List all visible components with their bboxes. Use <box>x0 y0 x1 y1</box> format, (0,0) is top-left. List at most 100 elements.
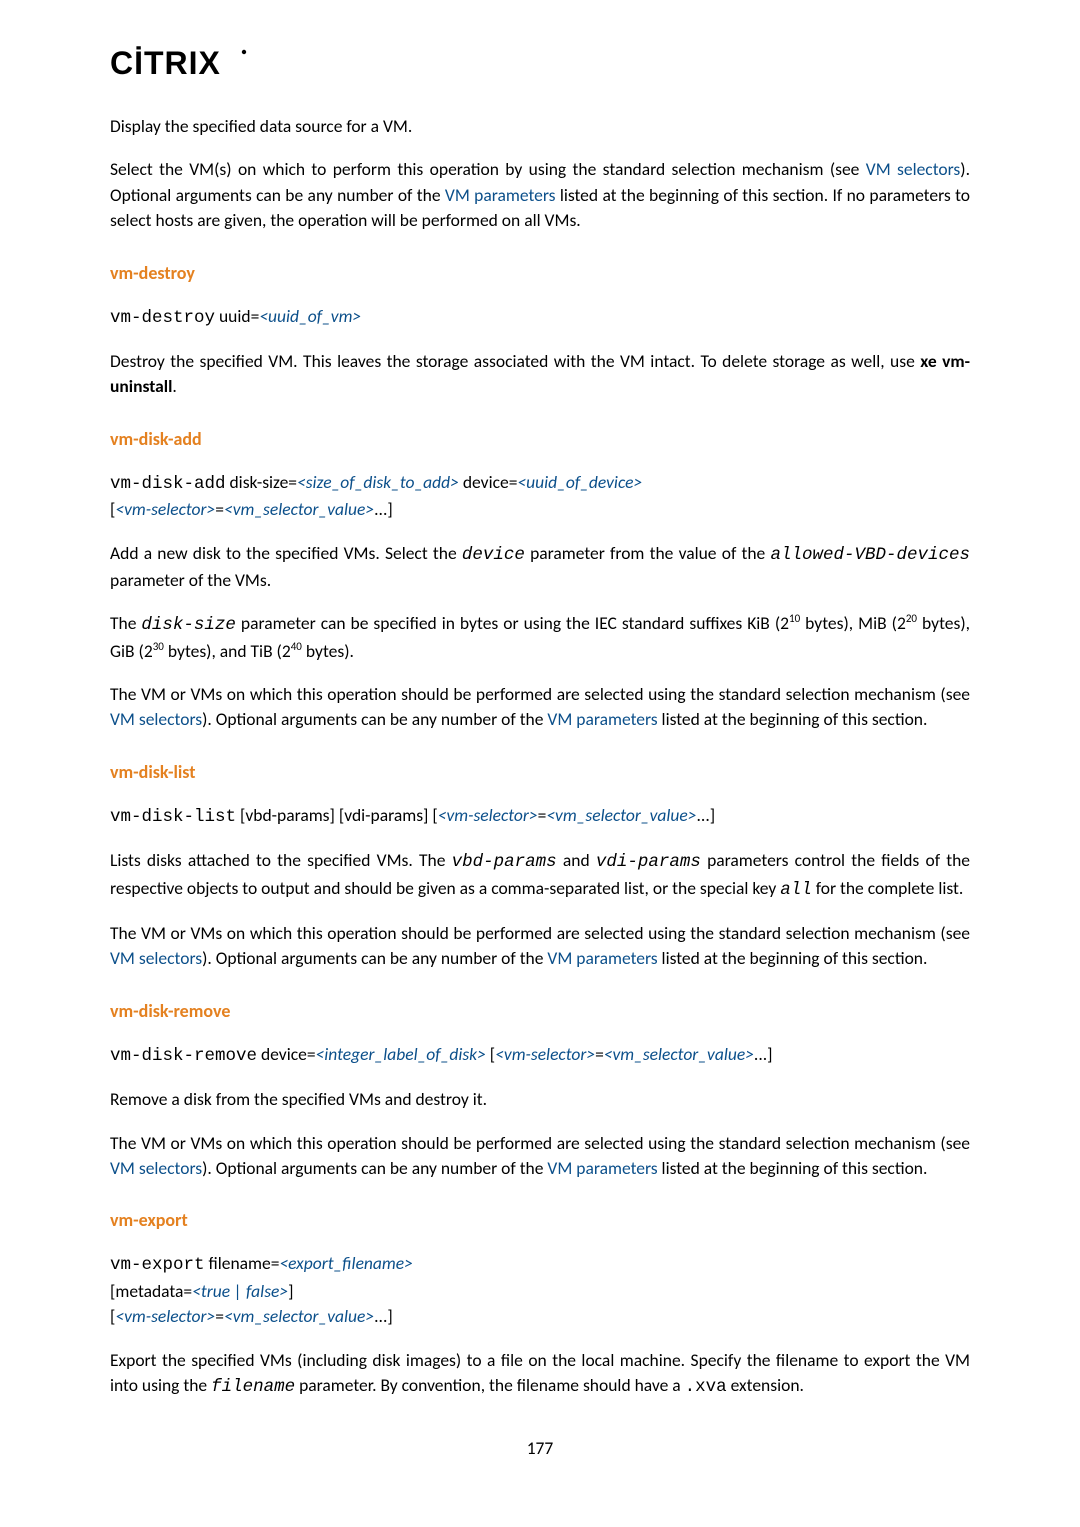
link-vm-selectors[interactable]: VM selectors <box>866 158 961 180</box>
text: [ <box>486 1043 495 1065</box>
text: uuid= <box>215 305 259 327</box>
text: Select the VM(s) on which to perform thi… <box>110 158 866 180</box>
keyword: <vm-selector> <box>115 498 215 520</box>
heading-vm-destroy: vm-destroy <box>110 260 970 286</box>
paragraph: Export the specified VMs (including disk… <box>110 1348 970 1401</box>
keyword: <vm_selector_value> <box>224 498 374 520</box>
code: all <box>780 880 812 900</box>
link-vm-parameters[interactable]: VM parameters <box>445 184 556 206</box>
text: Destroy the specified VM. This leaves th… <box>110 350 920 372</box>
command-line: vm-disk-add disk-size=<size_of_disk_to_a… <box>110 470 970 497</box>
text: extension. <box>727 1374 804 1396</box>
text: ). Optional arguments can be any number … <box>202 947 547 969</box>
command-line: vm-export filename=<export_filename> <box>110 1251 970 1278</box>
keyword: <vm_selector_value> <box>546 804 696 826</box>
text: disk-size= <box>226 471 297 493</box>
text: = <box>215 498 224 520</box>
sup: 20 <box>906 612 917 625</box>
keyword: <vm-selector> <box>495 1043 595 1065</box>
keyword: <vm_selector_value> <box>604 1043 754 1065</box>
text: listed at the beginning of this section. <box>658 708 928 730</box>
text: parameter can be specified in bytes or u… <box>236 612 789 634</box>
text: Lists disks attached to the specified VM… <box>110 849 452 871</box>
command-line: vm-disk-list [vbd-params] [vdi-params] [… <box>110 803 970 830</box>
text: The VM or VMs on which this operation sh… <box>110 683 970 705</box>
text: ). Optional arguments can be any number … <box>202 708 547 730</box>
keyword: <uuid_of_vm> <box>259 305 361 327</box>
code: filename <box>211 1377 295 1397</box>
heading-vm-export: vm-export <box>110 1207 970 1233</box>
paragraph: The VM or VMs on which this operation sh… <box>110 682 970 733</box>
text: [metadata= <box>110 1280 192 1302</box>
code: .xva <box>685 1377 727 1397</box>
text: parameter of the VMs. <box>110 569 271 591</box>
link-vm-selectors[interactable]: VM selectors <box>110 708 202 730</box>
keyword: <vm-selector> <box>438 804 538 826</box>
text: . <box>172 375 176 397</box>
paragraph: Select the VM(s) on which to perform thi… <box>110 157 970 233</box>
text: The VM or VMs on which this operation sh… <box>110 1132 970 1154</box>
heading-vm-disk-list: vm-disk-list <box>110 759 970 785</box>
text: device= <box>459 471 518 493</box>
page: CİTRIX Display the specified data source… <box>0 0 1080 1502</box>
paragraph: The VM or VMs on which this operation sh… <box>110 1131 970 1182</box>
text: The <box>110 612 141 634</box>
command-line: vm-disk-remove device=<integer_label_of_… <box>110 1042 970 1069</box>
link-vm-selectors[interactable]: VM selectors <box>110 947 202 969</box>
text: listed at the beginning of this section. <box>658 947 928 969</box>
code: vbd-params <box>452 852 557 872</box>
cmd: vm-disk-remove <box>110 1046 257 1066</box>
code: device <box>462 545 525 565</box>
sup: 10 <box>789 612 800 625</box>
text: ). Optional arguments can be any number … <box>202 1157 547 1179</box>
keyword: <export_filename> <box>279 1252 412 1274</box>
paragraph: Remove a disk from the specified VMs and… <box>110 1087 970 1112</box>
text: ...] <box>374 498 393 520</box>
text: Add a new disk to the specified VMs. Sel… <box>110 542 462 564</box>
keyword: <vm-selector> <box>115 1305 215 1327</box>
heading-vm-disk-remove: vm-disk-remove <box>110 998 970 1024</box>
text: ...] <box>696 804 715 826</box>
keyword: <true | false> <box>192 1280 288 1302</box>
text: parameter. By convention, the filename s… <box>295 1374 685 1396</box>
text: bytes), and TiB (2 <box>164 640 291 662</box>
link-vm-selectors[interactable]: VM selectors <box>110 1157 202 1179</box>
code: vdi-params <box>596 852 701 872</box>
text: bytes), MiB (2 <box>800 612 906 634</box>
text: parameter from the value of the <box>525 542 771 564</box>
paragraph: Destroy the specified VM. This leaves th… <box>110 349 970 400</box>
link-vm-parameters[interactable]: VM parameters <box>547 708 657 730</box>
sup: 30 <box>153 640 164 653</box>
text: device= <box>257 1043 316 1065</box>
text: The VM or VMs on which this operation sh… <box>110 922 970 944</box>
text: ...] <box>374 1305 393 1327</box>
text: ] <box>288 1280 293 1302</box>
paragraph: The disk-size parameter can be specified… <box>110 611 970 664</box>
cmd: vm-export <box>110 1255 205 1275</box>
sup: 40 <box>291 640 302 653</box>
text: [vbd-params] [vdi-params] [ <box>236 804 438 826</box>
code: allowed-VBD-devices <box>770 545 970 565</box>
text: and <box>557 849 596 871</box>
text: for the complete list. <box>812 877 964 899</box>
cmd: vm-destroy <box>110 308 215 328</box>
link-vm-parameters[interactable]: VM parameters <box>547 947 657 969</box>
paragraph: The VM or VMs on which this operation sh… <box>110 921 970 972</box>
text: filename= <box>205 1252 280 1274</box>
link-vm-parameters[interactable]: VM parameters <box>547 1157 657 1179</box>
text: ...] <box>754 1043 773 1065</box>
text: bytes). <box>302 640 354 662</box>
keyword: <vm_selector_value> <box>224 1305 374 1327</box>
command-line: [metadata=<true | false>] <box>110 1279 970 1304</box>
svg-text:CİTRIX: CİTRIX <box>110 45 221 81</box>
paragraph: Add a new disk to the specified VMs. Sel… <box>110 541 970 594</box>
paragraph: Lists disks attached to the specified VM… <box>110 848 970 903</box>
text: = <box>595 1043 604 1065</box>
text: = <box>215 1305 224 1327</box>
command-line: [<vm-selector>=<vm_selector_value>...] <box>110 497 970 522</box>
command-line: vm-destroy uuid=<uuid_of_vm> <box>110 304 970 331</box>
cmd: vm-disk-add <box>110 474 226 494</box>
keyword: <size_of_disk_to_add> <box>297 471 459 493</box>
page-number: 177 <box>110 1436 970 1461</box>
citrix-logo-svg: CİTRIX <box>110 44 280 84</box>
